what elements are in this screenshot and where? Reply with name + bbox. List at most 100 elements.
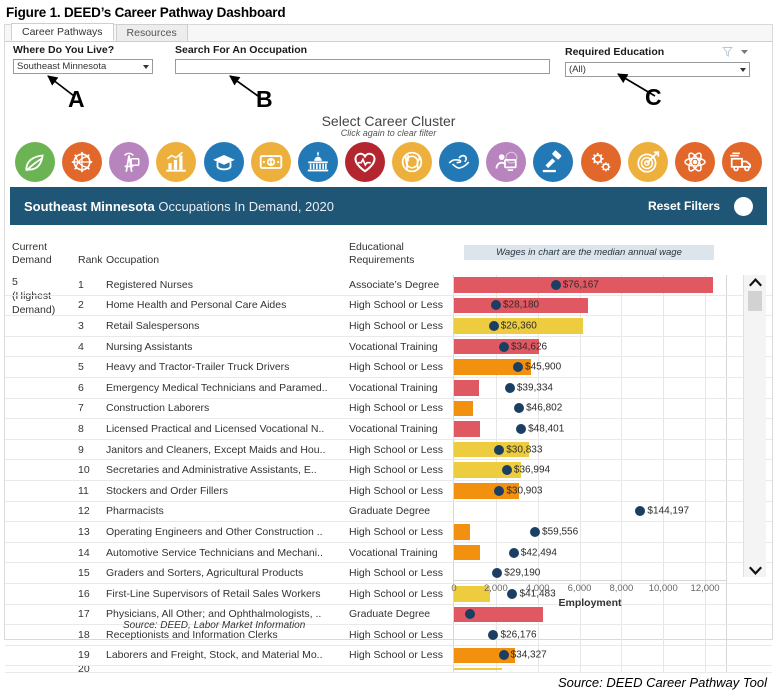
table-row[interactable]: 9 Janitors and Cleaners, Except Maids and… [5, 439, 772, 461]
table-row[interactable]: 2 Home Health and Personal Care Aides High… [5, 295, 772, 317]
cell-rank: 7 [78, 402, 84, 415]
human-services-hands-icon[interactable] [439, 142, 480, 182]
table-row[interactable]: 6 Emergency Medical Technicians and Param… [5, 377, 772, 399]
employment-bar [454, 400, 473, 417]
arts-communications-icon[interactable] [109, 142, 150, 182]
cell-occupation: Heavy and Tractor-Trailer Truck Drivers [106, 361, 290, 374]
x-axis-tick: 10,000 [648, 583, 678, 594]
table-row[interactable]: 10 Secretaries and Administrative Assista… [5, 460, 772, 481]
cell-chart: $26,360 [453, 316, 727, 336]
manufacturing-gears-icon[interactable] [580, 142, 621, 182]
x-axis-tick: 12,000 [690, 583, 720, 594]
bottom-source-note: Source: DEED Career Pathway Tool [557, 675, 767, 690]
median-wage-label: $39,334 [516, 382, 553, 394]
column-header-occupation: Occupation [106, 254, 160, 266]
cell-rank: 13 [78, 525, 90, 538]
reset-filters-label[interactable]: Reset Filters [648, 199, 720, 213]
architecture-gear-icon[interactable] [62, 142, 103, 182]
cell-chart: $30,903 [453, 480, 727, 501]
table-row[interactable]: 13 Operating Engineers and Other Construc… [5, 522, 772, 543]
table-row[interactable]: 12 Pharmacists Graduate Degree $144,197 [5, 501, 772, 523]
cell-education: Vocational Training [349, 381, 438, 394]
agriculture-leaf-icon[interactable] [15, 142, 55, 182]
cell-education: High School or Less [349, 567, 443, 580]
table-row[interactable]: 4 Nursing Assistants Vocational Training $3… [5, 336, 772, 358]
table-row[interactable]: 1 Registered Nurses Associate’s Degree $76,… [5, 275, 772, 296]
table-row[interactable]: 3 Retail Salespersons High School or Less $… [5, 316, 772, 337]
business-chart-icon[interactable] [156, 142, 197, 182]
cell-education: High School or Less [349, 443, 443, 456]
employment-bar [454, 668, 503, 671]
stem-atom-icon[interactable] [674, 142, 715, 182]
cell-education: Graduate Degree [349, 608, 431, 621]
law-public-safety-gavel-icon[interactable] [533, 142, 574, 182]
x-axis-tick: 4,000 [525, 583, 550, 594]
transportation-truck-icon[interactable] [721, 142, 762, 182]
table-row[interactable]: 19 Laborers and Freight, Stock, and Mater… [5, 645, 772, 667]
median-wage-dot [529, 526, 540, 537]
career-cluster-title: Select Career Cluster [321, 113, 456, 129]
scroll-up-arrow[interactable] [744, 275, 766, 289]
cell-occupation: Stockers and Order Fillers [106, 484, 228, 497]
finance-money-icon[interactable] [250, 142, 291, 182]
scrollbar-thumb[interactable] [748, 291, 762, 311]
chevron-down-icon [740, 67, 746, 72]
cell-education: High School or Less [349, 649, 443, 662]
education-graduation-icon[interactable] [203, 142, 244, 182]
region-dropdown-value: Southeast Minnesota [17, 61, 107, 72]
information-technology-icon[interactable] [486, 142, 527, 182]
reset-filters-toggle[interactable] [734, 196, 753, 216]
cell-occupation: Physicians, All Other; and Ophthalmologi… [106, 608, 322, 621]
cell-rank: 17 [78, 608, 90, 621]
dashboard-app: Career Pathways Resources Where Do You L… [4, 23, 773, 674]
median-wage-dot [635, 506, 646, 517]
cell-education: Vocational Training [349, 422, 438, 435]
table-row[interactable]: 14 Automotive Service Technicians and Mec… [5, 542, 772, 564]
cell-occupation: Pharmacists [106, 505, 164, 518]
cell-chart: $48,401 [453, 419, 727, 439]
table-row[interactable]: 18 Receptionists and Information Clerks Hi… [5, 625, 772, 646]
table-row[interactable]: 20 [5, 666, 772, 674]
median-wage-label: $36,994 [513, 464, 551, 476]
cell-chart: $26,176 [453, 625, 727, 645]
government-capitol-icon[interactable] [297, 142, 338, 182]
median-wage-label: $45,900 [525, 361, 562, 373]
table-row[interactable]: 8 Licensed Practical and Licensed Vocatio… [5, 419, 772, 440]
column-header-current-demand: Current Demand [12, 241, 52, 266]
tab-bar: Career Pathways Resources [5, 23, 772, 42]
hospitality-tourism-icon[interactable] [392, 142, 432, 182]
table-row[interactable]: 11 Stockers and Order Fillers High School … [5, 480, 772, 502]
table-row[interactable]: 7 Construction Laborers High School or Les… [5, 398, 772, 420]
cell-rank: 11 [78, 484, 89, 497]
median-wage-label: $29,190 [504, 567, 541, 579]
banner-title: Southeast Minnesota Occupations In Deman… [24, 199, 648, 214]
chevron-down-icon[interactable] [739, 44, 750, 62]
cell-occupation: Home Health and Personal Care Aides [106, 299, 287, 312]
cell-rank: 14 [78, 546, 90, 559]
annotation-letter-a: A [68, 86, 85, 112]
cell-rank: 16 [78, 587, 90, 600]
table-row[interactable]: 5 Heavy and Tractor-Trailer Truck Drivers… [5, 357, 772, 378]
median-wage-dot [508, 547, 519, 558]
education-dropdown[interactable]: (All) [565, 62, 750, 77]
cell-chart: $30,833 [453, 439, 727, 460]
vertical-scrollbar[interactable] [743, 275, 766, 577]
career-cluster-header: Select Career Cluster Click again to cle… [5, 113, 772, 138]
health-science-heart-icon[interactable] [344, 142, 385, 182]
cell-occupation: Laborers and Freight, Stock, and Materia… [106, 649, 323, 662]
region-dropdown[interactable]: Southeast Minnesota [13, 59, 153, 74]
chart-gridlines [454, 542, 726, 563]
cell-education: High School or Less [349, 361, 443, 374]
search-input[interactable] [175, 59, 550, 74]
education-filter-group: Required Education (All) [565, 44, 750, 77]
cell-chart: $39,334 [453, 377, 727, 398]
median-wage-label: $46,802 [526, 402, 563, 414]
marketing-target-icon[interactable] [627, 142, 668, 182]
tab-career-pathways[interactable]: Career Pathways [11, 23, 114, 41]
chart-gridlines [454, 522, 726, 542]
funnel-icon[interactable] [722, 44, 733, 62]
tab-resources[interactable]: Resources [115, 24, 188, 41]
cell-chart [453, 666, 727, 673]
median-wage-label: $34,626 [510, 341, 548, 353]
scroll-down-arrow[interactable] [744, 563, 766, 577]
